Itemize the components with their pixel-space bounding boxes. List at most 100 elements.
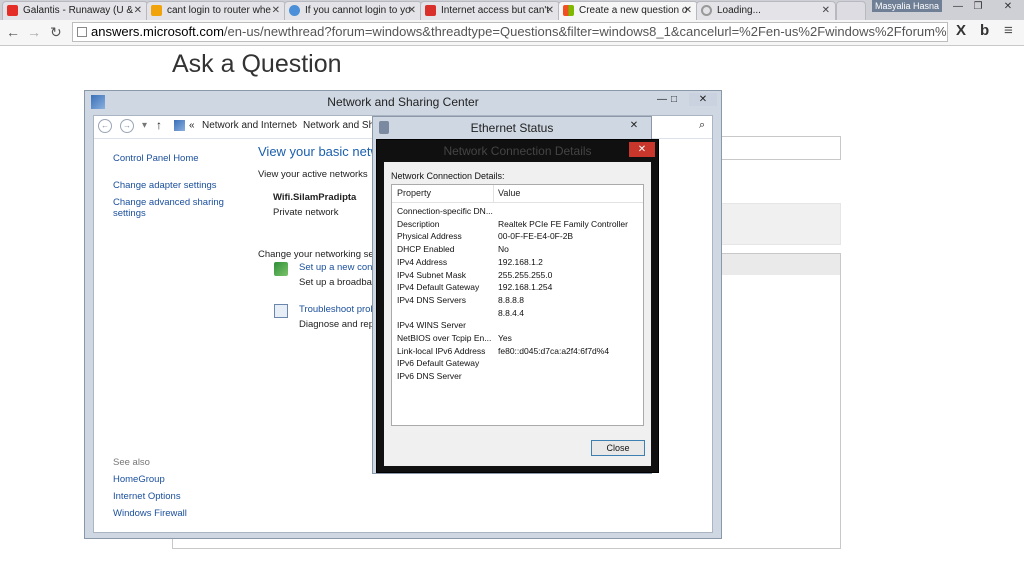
internet-options-link[interactable]: Internet Options xyxy=(113,491,181,502)
tab-title: Create a new question o xyxy=(579,5,688,16)
property-name: Connection-specific DN... xyxy=(397,206,493,216)
property-value: 8.8.8.8 xyxy=(498,294,524,305)
property-value: 00-0F-FE-E4-0F-2B xyxy=(498,231,574,242)
list-item[interactable]: IPv4 Address 192.168.1.2 xyxy=(392,256,643,269)
list-item[interactable]: Link-local IPv6 Address fe80::d045:d7ca:a… xyxy=(392,345,643,358)
setup-connection-desc: Set up a broadban xyxy=(299,277,378,288)
list-item[interactable]: IPv6 Default Gateway xyxy=(392,357,643,370)
page-toolbar xyxy=(720,253,841,277)
property-name: IPv6 Default Gateway xyxy=(397,358,480,369)
property-value: 255.255.255.0 xyxy=(498,269,553,280)
up-button[interactable]: ↑ xyxy=(156,118,162,132)
back-button[interactable]: ← xyxy=(98,119,112,133)
list-item[interactable]: Physical Address 00-0F-FE-E4-0F-2B xyxy=(392,230,643,243)
tab-loading[interactable]: Loading... ✕ xyxy=(696,1,836,20)
list-item[interactable]: DHCP Enabled No xyxy=(392,243,643,256)
property-name: IPv4 WINS Server xyxy=(397,320,466,331)
details-label: Network Connection Details: xyxy=(391,171,505,181)
page-icon xyxy=(77,27,87,37)
list-item[interactable]: IPv4 Subnet Mask 255.255.255.0 xyxy=(392,269,643,282)
maximize-button[interactable]: ❐ xyxy=(964,0,992,14)
close-button[interactable]: Close xyxy=(591,440,645,456)
forward-button[interactable]: → xyxy=(27,22,41,42)
close-tab-icon[interactable]: ✕ xyxy=(822,2,830,19)
homegroup-link[interactable]: HomeGroup xyxy=(113,474,165,485)
close-tab-icon[interactable]: ✕ xyxy=(408,2,416,19)
close-window-button[interactable]: ✕ xyxy=(623,119,645,132)
back-button[interactable]: ← xyxy=(6,22,20,42)
troubleshoot-icon xyxy=(274,304,288,318)
question-title-input[interactable] xyxy=(720,136,841,160)
setup-connection-link[interactable]: Set up a new conn xyxy=(299,262,378,273)
question-details-editor[interactable] xyxy=(720,275,841,548)
tab-title: Galantis - Runaway (U & xyxy=(23,5,134,16)
property-column-header[interactable]: Property xyxy=(397,188,431,198)
tab-bing[interactable]: cant login to router whe ✕ xyxy=(146,1,286,20)
change-adapter-settings-link[interactable]: Change adapter settings xyxy=(113,180,217,191)
network-connection-details-dialog: Network Connection Details ✕ Network Con… xyxy=(376,139,659,473)
troubleshoot-link[interactable]: Troubleshoot prob xyxy=(299,304,376,315)
control-panel-icon xyxy=(174,120,185,131)
recent-dropdown-icon[interactable]: ▾ xyxy=(142,120,147,131)
close-dialog-button[interactable]: ✕ xyxy=(629,142,655,157)
t-icon xyxy=(425,5,436,16)
tab-chrome[interactable]: If you cannot login to yo ✕ xyxy=(284,1,422,20)
chrome-icon xyxy=(289,5,300,16)
list-item[interactable]: 8.8.4.4 xyxy=(392,307,643,320)
list-item[interactable]: NetBIOS over Tcpip En... Yes xyxy=(392,332,643,345)
tab-title: If you cannot login to yo xyxy=(305,5,411,16)
list-header: Property Value xyxy=(392,185,643,203)
youtube-icon xyxy=(7,5,18,16)
close-window-button[interactable]: ✕ xyxy=(994,0,1022,14)
url-host: answers.microsoft.com xyxy=(91,24,224,39)
column-divider[interactable] xyxy=(493,185,494,202)
x-extension-icon[interactable]: X xyxy=(956,22,966,39)
window-title: Network and Sharing Center xyxy=(327,95,479,109)
list-item[interactable]: Description Realtek PCIe FE Family Contro… xyxy=(392,218,643,231)
windows-firewall-link[interactable]: Windows Firewall xyxy=(113,508,187,519)
breadcrumb-overflow[interactable]: « xyxy=(189,120,195,131)
active-networks-label: View your active networks xyxy=(258,169,368,180)
loading-icon xyxy=(701,5,712,16)
property-value: 192.168.1.2 xyxy=(498,256,543,267)
troubleshoot-desc: Diagnose and repa xyxy=(299,319,380,330)
list-item[interactable]: IPv6 DNS Server xyxy=(392,370,643,383)
maximize-button[interactable]: □ xyxy=(663,93,685,106)
menu-icon[interactable]: ≡ xyxy=(1004,22,1013,39)
breadcrumb-network-sharing[interactable]: Network and Sha xyxy=(303,120,380,131)
reload-button[interactable]: ↻ xyxy=(50,22,62,42)
control-panel-home-link[interactable]: Control Panel Home xyxy=(113,153,199,164)
breadcrumb-network-internet[interactable]: Network and Internet xyxy=(202,120,295,131)
close-tab-icon[interactable]: ✕ xyxy=(546,2,554,19)
close-tab-icon[interactable]: ✕ xyxy=(684,2,692,19)
property-name: IPv4 DNS Servers xyxy=(397,294,466,305)
list-item[interactable]: Connection-specific DN... xyxy=(392,205,643,218)
change-advanced-sharing-link-cont[interactable]: settings xyxy=(113,208,146,219)
page-form-bottom xyxy=(172,538,841,549)
details-list[interactable]: Property Value Connection-specific DN...… xyxy=(391,184,644,426)
property-value: Yes xyxy=(498,333,512,343)
new-tab-button[interactable] xyxy=(836,1,866,20)
search-icon[interactable]: ⌕ xyxy=(699,119,705,132)
property-name: IPv4 Address xyxy=(397,256,448,267)
tab-create-question[interactable]: Create a new question o ✕ xyxy=(558,1,698,20)
microsoft-icon xyxy=(563,5,574,16)
change-advanced-sharing-link[interactable]: Change advanced sharing xyxy=(113,197,224,208)
list-item[interactable]: IPv4 Default Gateway 192.168.1.254 xyxy=(392,281,643,294)
close-tab-icon[interactable]: ✕ xyxy=(272,2,280,19)
address-bar[interactable]: answers.microsoft.com/en-us/newthread?fo… xyxy=(72,22,948,42)
tab-internet-access[interactable]: Internet access but can't ✕ xyxy=(420,1,560,20)
property-value: 8.8.4.4 xyxy=(498,307,524,318)
close-tab-icon[interactable]: ✕ xyxy=(134,2,142,19)
forward-button[interactable]: → xyxy=(120,119,134,133)
breadcrumb-separator: › xyxy=(294,120,298,131)
list-item[interactable]: IPv4 WINS Server xyxy=(392,319,643,332)
tab-title: Internet access but can't xyxy=(441,5,550,16)
close-window-button[interactable]: ✕ xyxy=(689,93,717,106)
profile-badge[interactable]: Masyalia Hasna xyxy=(872,0,942,12)
value-column-header[interactable]: Value xyxy=(498,188,520,198)
tab-youtube[interactable]: Galantis - Runaway (U & ✕ xyxy=(2,1,148,20)
network-name: Wifi.SilamPradipta xyxy=(273,192,357,203)
list-item[interactable]: IPv4 DNS Servers 8.8.8.8 xyxy=(392,294,643,307)
bing-extension-icon[interactable]: b xyxy=(980,22,989,39)
